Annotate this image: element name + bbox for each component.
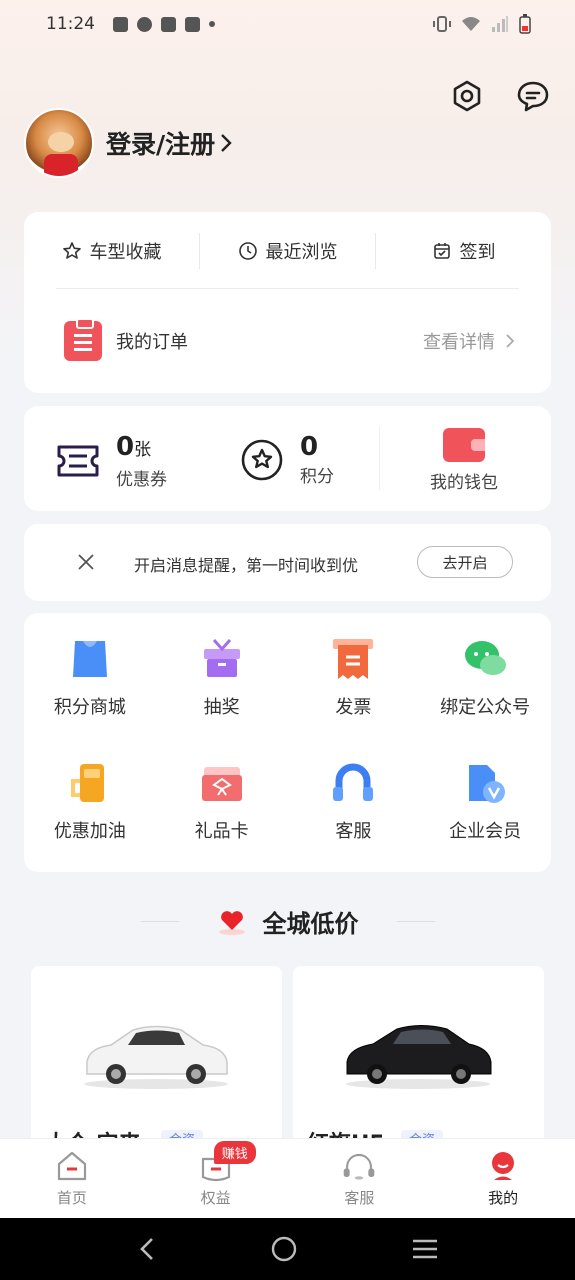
service-gift-card[interactable]: 礼品卡	[156, 761, 288, 843]
earn-money-badge: 赚钱	[213, 1141, 256, 1164]
wechat-icon	[465, 641, 507, 675]
service-bind-official-account[interactable]: 绑定公众号	[419, 637, 551, 719]
check-in-link[interactable]: 签到	[376, 238, 551, 264]
more-dot-icon	[209, 21, 215, 27]
login-register-link[interactable]: 登录/注册	[106, 125, 215, 161]
shopping-bag-icon	[72, 641, 107, 677]
star-circle-icon	[241, 439, 283, 480]
car-card[interactable]: 大众 宝来 合资	[31, 966, 282, 1166]
my-orders-row[interactable]: 我的订单 查看详情	[64, 318, 515, 364]
calendar-check-icon	[433, 242, 450, 259]
services-card: 积分商城 抽奖 发票 绑定公众号 优惠加油 礼品卡 客服 企业会员	[24, 613, 551, 872]
my-wallet-item[interactable]: 我的钱包	[424, 428, 504, 493]
avatar[interactable]	[24, 108, 94, 178]
chevron-right-icon	[221, 134, 232, 152]
points-item[interactable]: 0 积分	[240, 432, 334, 487]
divider	[140, 921, 179, 922]
my-orders-label: 我的订单	[116, 332, 188, 353]
points-count: 0	[300, 432, 319, 462]
view-details-link[interactable]: 查看详情	[423, 328, 515, 354]
star-icon	[62, 241, 81, 259]
favorites-label: 车型收藏	[89, 241, 162, 263]
alert-icon	[113, 16, 128, 32]
divider	[56, 288, 519, 289]
menu-icon[interactable]	[411, 1237, 439, 1261]
signal-icon	[492, 16, 508, 32]
coupons-item[interactable]: 0张 优惠券	[56, 432, 167, 490]
tab-customer-service[interactable]: 客服	[288, 1139, 432, 1218]
enable-notifications-button[interactable]: 去开启	[417, 546, 513, 578]
chat-bubble-icon	[517, 81, 549, 112]
section-title: 全城低价	[262, 910, 359, 938]
messages-button[interactable]	[515, 78, 551, 114]
coupons-count: 0	[116, 432, 135, 462]
quick-links-card: 车型收藏 最近浏览 签到 我的订单 查看详情	[24, 212, 551, 393]
app-icon	[137, 16, 152, 32]
header-actions	[449, 78, 551, 114]
heart-icon	[218, 910, 245, 935]
coupons-label: 优惠券	[116, 470, 167, 490]
fuel-icon	[70, 764, 104, 802]
wifi-icon	[462, 17, 480, 31]
divider	[379, 426, 380, 490]
car-card[interactable]: 红旗H5 合资	[293, 966, 544, 1166]
order-clipboard-icon	[64, 318, 102, 361]
car-image	[84, 1025, 228, 1089]
service-invoice[interactable]: 发票	[288, 637, 420, 719]
close-icon[interactable]	[76, 552, 96, 572]
quick-links-row: 车型收藏 最近浏览 签到	[24, 212, 551, 289]
recent-views-link[interactable]: 最近浏览	[200, 238, 375, 264]
gear-icon	[453, 80, 481, 112]
recent-views-label: 最近浏览	[265, 241, 338, 263]
invoice-icon	[333, 639, 374, 679]
car-image	[346, 1025, 492, 1089]
headset-icon	[333, 763, 374, 801]
home-circle-icon[interactable]	[270, 1235, 298, 1263]
system-icons	[433, 14, 531, 34]
notification-text: 开启消息提醒，第一时间收到优	[134, 556, 359, 575]
notification-icons	[113, 16, 215, 32]
ticket-icon	[57, 445, 99, 477]
notification-banner: 开启消息提醒，第一时间收到优 去开启	[24, 524, 551, 601]
gift-card-icon	[201, 767, 242, 801]
tab-home[interactable]: 首页	[0, 1139, 144, 1218]
service-lottery[interactable]: 抽奖	[156, 637, 288, 719]
home-icon	[57, 1151, 86, 1181]
system-navigation-bar	[0, 1218, 575, 1280]
wallet-icon	[443, 428, 485, 462]
tab-benefits[interactable]: 权益 赚钱	[144, 1139, 288, 1218]
headset-icon	[344, 1153, 375, 1180]
mail-icon	[161, 16, 176, 32]
mail-icon	[185, 16, 200, 32]
vibrate-icon	[433, 16, 451, 32]
status-bar: 11:24	[0, 0, 575, 48]
services-grid: 积分商城 抽奖 发票 绑定公众号 优惠加油 礼品卡 客服 企业会员	[24, 637, 551, 843]
status-time: 11:24	[46, 14, 95, 34]
gift-box-icon	[203, 639, 240, 677]
profile-header[interactable]: 登录/注册	[24, 108, 233, 178]
section-header: 全城低价	[0, 904, 575, 939]
enterprise-member-icon	[469, 765, 506, 803]
coupons-unit: 张	[134, 440, 152, 460]
service-enterprise-member[interactable]: 企业会员	[419, 761, 551, 843]
points-label: 积分	[300, 467, 334, 487]
divider	[396, 921, 435, 922]
profile-icon	[492, 1152, 515, 1180]
chevron-right-icon	[506, 334, 515, 348]
my-wallet-label: 我的钱包	[430, 473, 498, 493]
back-icon[interactable]	[136, 1236, 158, 1262]
service-fuel-discount[interactable]: 优惠加油	[24, 761, 156, 843]
clock-icon	[238, 241, 257, 260]
service-points-mall[interactable]: 积分商城	[24, 637, 156, 719]
favorites-link[interactable]: 车型收藏	[24, 238, 199, 264]
service-customer-support[interactable]: 客服	[288, 761, 420, 843]
check-in-label: 签到	[459, 241, 496, 263]
bottom-tab-bar: 首页 权益 赚钱 客服 我的	[0, 1138, 575, 1218]
settings-button[interactable]	[449, 78, 485, 114]
battery-icon	[519, 14, 531, 34]
assets-card: 0张 优惠券 0 积分 我的钱包	[24, 406, 551, 511]
tab-profile[interactable]: 我的	[431, 1139, 575, 1218]
